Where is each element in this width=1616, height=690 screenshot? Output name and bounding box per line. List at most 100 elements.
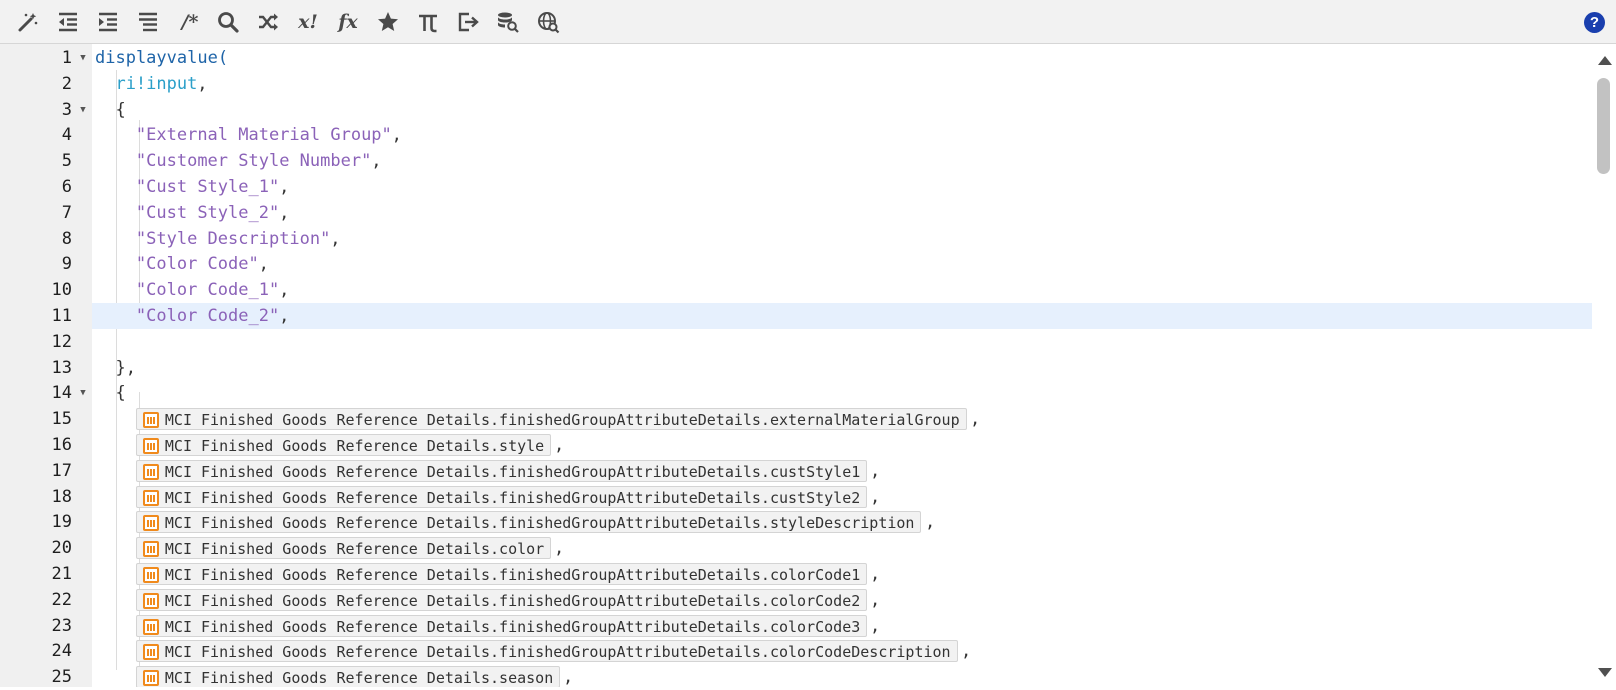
expression-editor[interactable]: 1 ▼ 2 3 ▼ 4 5 6 7 8 9 10 11 12 13 14 ▼ 15 16 17 18 19 20 21 22 23… (0, 44, 1616, 687)
record-field-reference[interactable]: MCI Finished Goods Reference Details.fin… (135, 511, 922, 534)
record-field-reference[interactable]: MCI Finished Goods Reference Details.fin… (135, 408, 967, 431)
record-field-text: MCI Finished Goods Reference Details.fin… (164, 488, 861, 507)
comma: , (563, 667, 574, 687)
code-line: MCI Finished Goods Reference Details.sty… (92, 432, 1592, 458)
scroll-down-arrow-icon[interactable] (1598, 668, 1612, 677)
line-number: 13 (51, 357, 72, 378)
string-literal: "Cust Style_1" (135, 177, 280, 197)
scroll-thumb[interactable] (1597, 78, 1610, 174)
comma: , (870, 589, 881, 610)
line-number: 4 (61, 125, 72, 146)
record-type-icon (142, 592, 159, 609)
line-number: 19 (51, 512, 72, 533)
record-field-reference[interactable]: MCI Finished Goods Reference Details.fin… (135, 640, 958, 663)
comma: , (870, 486, 881, 507)
comment-icon[interactable]: /* (176, 8, 204, 36)
outdent-icon[interactable] (54, 8, 82, 36)
fold-toggle-icon[interactable]: ▼ (78, 97, 88, 123)
record-field-reference[interactable]: MCI Finished Goods Reference Details.sty… (135, 434, 552, 456)
code-line: MCI Finished Goods Reference Details.fin… (92, 509, 1592, 535)
line-number: 14 (51, 383, 72, 404)
code-line: MCI Finished Goods Reference Details.fin… (92, 561, 1592, 587)
comma: , (258, 254, 269, 275)
record-field-text: MCI Finished Goods Reference Details.fin… (164, 591, 861, 610)
comma: , (279, 306, 290, 326)
comma: , (279, 280, 290, 301)
vertical-scrollbar[interactable] (1592, 44, 1616, 687)
indent-icon[interactable] (94, 8, 122, 36)
star-icon[interactable] (374, 8, 402, 36)
factorial-icon[interactable]: x! (294, 8, 322, 36)
line-number: 12 (51, 331, 72, 352)
record-field-reference[interactable]: MCI Finished Goods Reference Details.fin… (135, 459, 868, 482)
comma: , (870, 615, 881, 636)
rule-input: ri!input (115, 73, 198, 94)
record-field-reference[interactable]: MCI Finished Goods Reference Details.col… (135, 537, 552, 560)
code-line: "Style Description", (92, 226, 1592, 252)
record-field-text: MCI Finished Goods Reference Details.fin… (164, 514, 915, 533)
code-line: { (92, 97, 1592, 123)
record-field-reference[interactable]: MCI Finished Goods Reference Details.fin… (135, 485, 868, 508)
record-field-text: MCI Finished Goods Reference Details.fin… (164, 411, 960, 430)
pi-icon[interactable] (414, 8, 442, 36)
code-area[interactable]: displayvalue(ri!input,{"External Materia… (92, 44, 1592, 687)
globe-search-icon[interactable] (534, 8, 562, 36)
line-number: 9 (61, 254, 72, 275)
search-icon[interactable] (214, 8, 242, 36)
record-field-text: MCI Finished Goods Reference Details.sty… (164, 437, 545, 455)
fold-toggle-icon[interactable]: ▼ (78, 45, 88, 71)
line-number: 22 (51, 589, 72, 610)
line-number: 23 (51, 615, 72, 636)
function-icon[interactable]: fx (334, 8, 362, 36)
database-search-icon[interactable] (494, 8, 522, 36)
record-field-reference[interactable]: MCI Finished Goods Reference Details.fin… (135, 588, 868, 611)
comma: , (279, 177, 290, 197)
line-number: 3 (61, 99, 72, 120)
code-line: MCI Finished Goods Reference Details.fin… (92, 406, 1592, 432)
line-number: 2 (61, 73, 72, 94)
code-line: "Color Code_2", (92, 303, 1592, 329)
shuffle-icon[interactable] (254, 8, 282, 36)
code-line: MCI Finished Goods Reference Details.fin… (92, 484, 1592, 510)
code-line: "Cust Style_1", (92, 174, 1592, 200)
help-button[interactable]: ? (1584, 12, 1605, 33)
line-number: 17 (51, 460, 72, 481)
list-icon[interactable] (134, 8, 162, 36)
comma: , (197, 73, 208, 94)
fold-toggle-icon[interactable]: ▼ (78, 380, 88, 406)
code-line: MCI Finished Goods Reference Details.fin… (92, 458, 1592, 484)
code-line: MCI Finished Goods Reference Details.fin… (92, 613, 1592, 639)
record-type-icon (142, 438, 159, 454)
code-line: "Customer Style Number", (92, 148, 1592, 174)
line-number: 25 (51, 667, 72, 688)
comma: , (371, 151, 382, 172)
line-number: 7 (61, 202, 72, 223)
code-line: MCI Finished Goods Reference Details.col… (92, 535, 1592, 561)
record-field-text: MCI Finished Goods Reference Details.col… (164, 540, 545, 559)
line-number: 21 (51, 564, 72, 584)
magic-wand-icon[interactable] (14, 8, 42, 36)
code-line: MCI Finished Goods Reference Details.fin… (92, 638, 1592, 664)
line-number: 10 (51, 280, 72, 301)
scroll-up-arrow-icon[interactable] (1598, 56, 1612, 65)
comma: , (870, 460, 881, 481)
function-label: fx (338, 11, 358, 33)
editor-toolbar: /* x! fx ? (0, 0, 1616, 44)
code-line: MCI Finished Goods Reference Details.fin… (92, 587, 1592, 613)
line-number: 20 (51, 538, 72, 559)
record-field-reference[interactable]: MCI Finished Goods Reference Details.fin… (135, 614, 868, 637)
comma: , (391, 125, 402, 146)
line-number: 18 (51, 486, 72, 507)
export-icon[interactable] (454, 8, 482, 36)
record-field-reference[interactable]: MCI Finished Goods Reference Details.fin… (135, 563, 868, 585)
function-name: displayvalue( (95, 48, 229, 68)
record-type-icon (142, 644, 159, 661)
code-line: ri!input, (92, 71, 1592, 97)
comma: , (330, 228, 341, 249)
comma: , (554, 435, 565, 455)
line-number: 16 (51, 435, 72, 455)
record-type-icon (142, 489, 159, 506)
line-number: 24 (51, 641, 72, 662)
line-number: 11 (51, 306, 72, 326)
record-field-reference[interactable]: MCI Finished Goods Reference Details.sea… (135, 666, 561, 687)
